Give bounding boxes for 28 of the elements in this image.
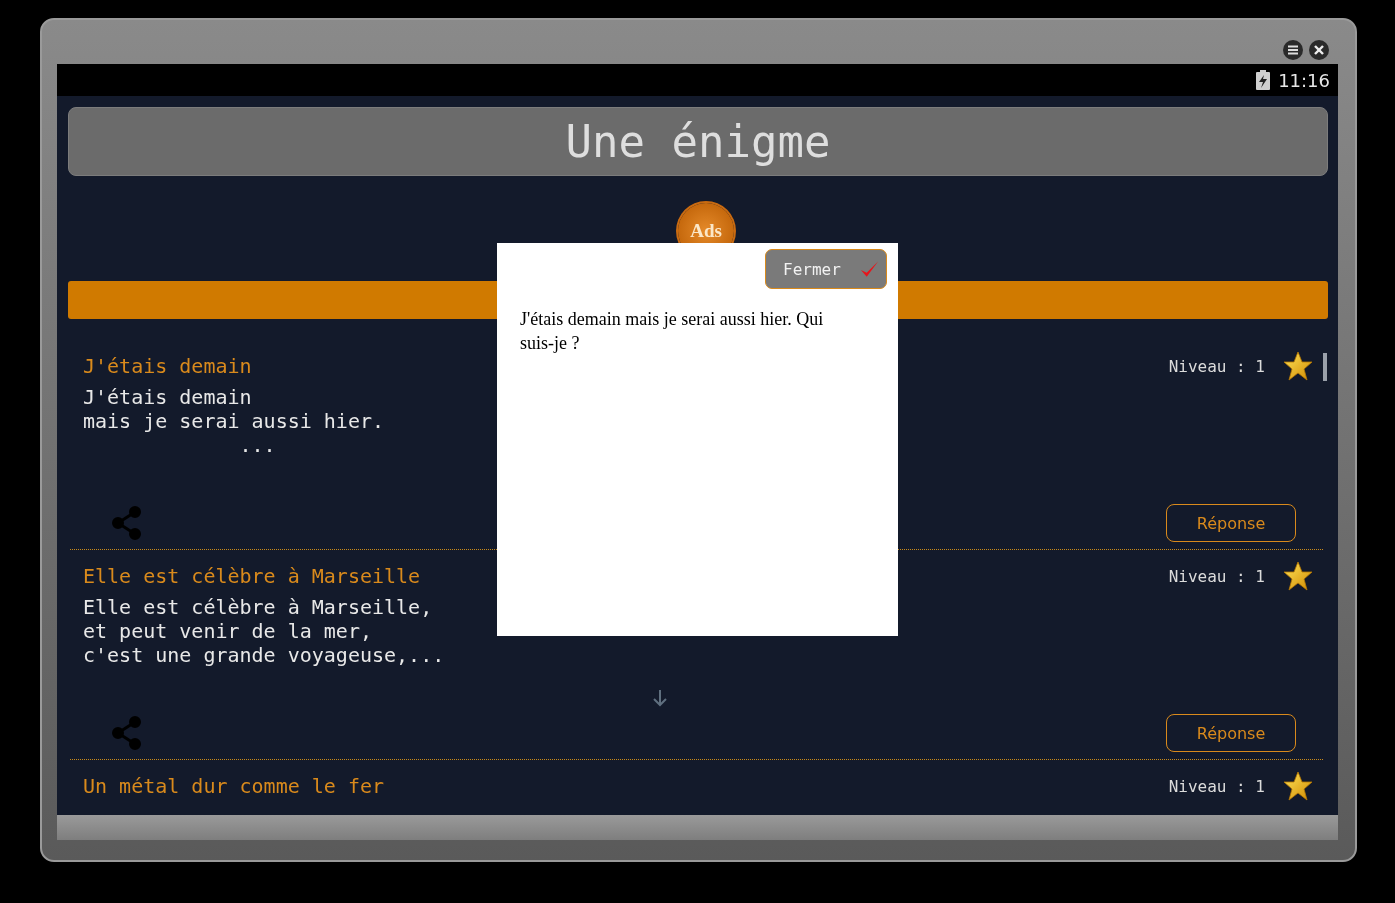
down-arrow-icon [652, 689, 668, 707]
riddle-text-line: c'est une grande voyageuse,... [83, 643, 446, 667]
riddle-title: J'étais demain [83, 354, 253, 378]
riddle-text-line: mais je serai aussi hier. [83, 409, 386, 433]
share-icon[interactable] [111, 506, 143, 540]
star-icon [1283, 561, 1313, 591]
share-icon[interactable] [111, 716, 143, 750]
level-label: Niveau : 1 [1168, 776, 1265, 796]
level-label: Niveau : 1 [1168, 356, 1265, 376]
star-icon [1283, 351, 1313, 381]
close-icon[interactable] [1309, 40, 1329, 60]
riddle-title: Un métal dur comme le fer [83, 774, 386, 798]
menu-icon[interactable] [1283, 40, 1303, 60]
dialog-message: J'étais demain mais je serai aussi hier. Qui suis-je ? [520, 308, 825, 355]
riddle-text-line: et peut venir de la mer, [83, 619, 373, 643]
star-icon [1283, 771, 1313, 801]
riddle-text-line: Elle est célèbre à Marseille, [83, 595, 434, 619]
riddle-title: Elle est célèbre à Marseille [83, 564, 422, 588]
scrollbar[interactable] [1323, 353, 1327, 381]
battery-icon [1256, 70, 1271, 90]
answer-button[interactable]: Réponse [1166, 504, 1296, 542]
close-button[interactable]: Fermer [765, 249, 887, 289]
page-title: Une énigme [68, 107, 1328, 176]
riddle-text-line: ... [238, 433, 277, 457]
riddle-text-line: J'étais demain [83, 385, 253, 409]
level-label: Niveau : 1 [1168, 566, 1265, 586]
clock-time: 11:16 [1278, 69, 1330, 91]
answer-button[interactable]: Réponse [1166, 714, 1296, 752]
